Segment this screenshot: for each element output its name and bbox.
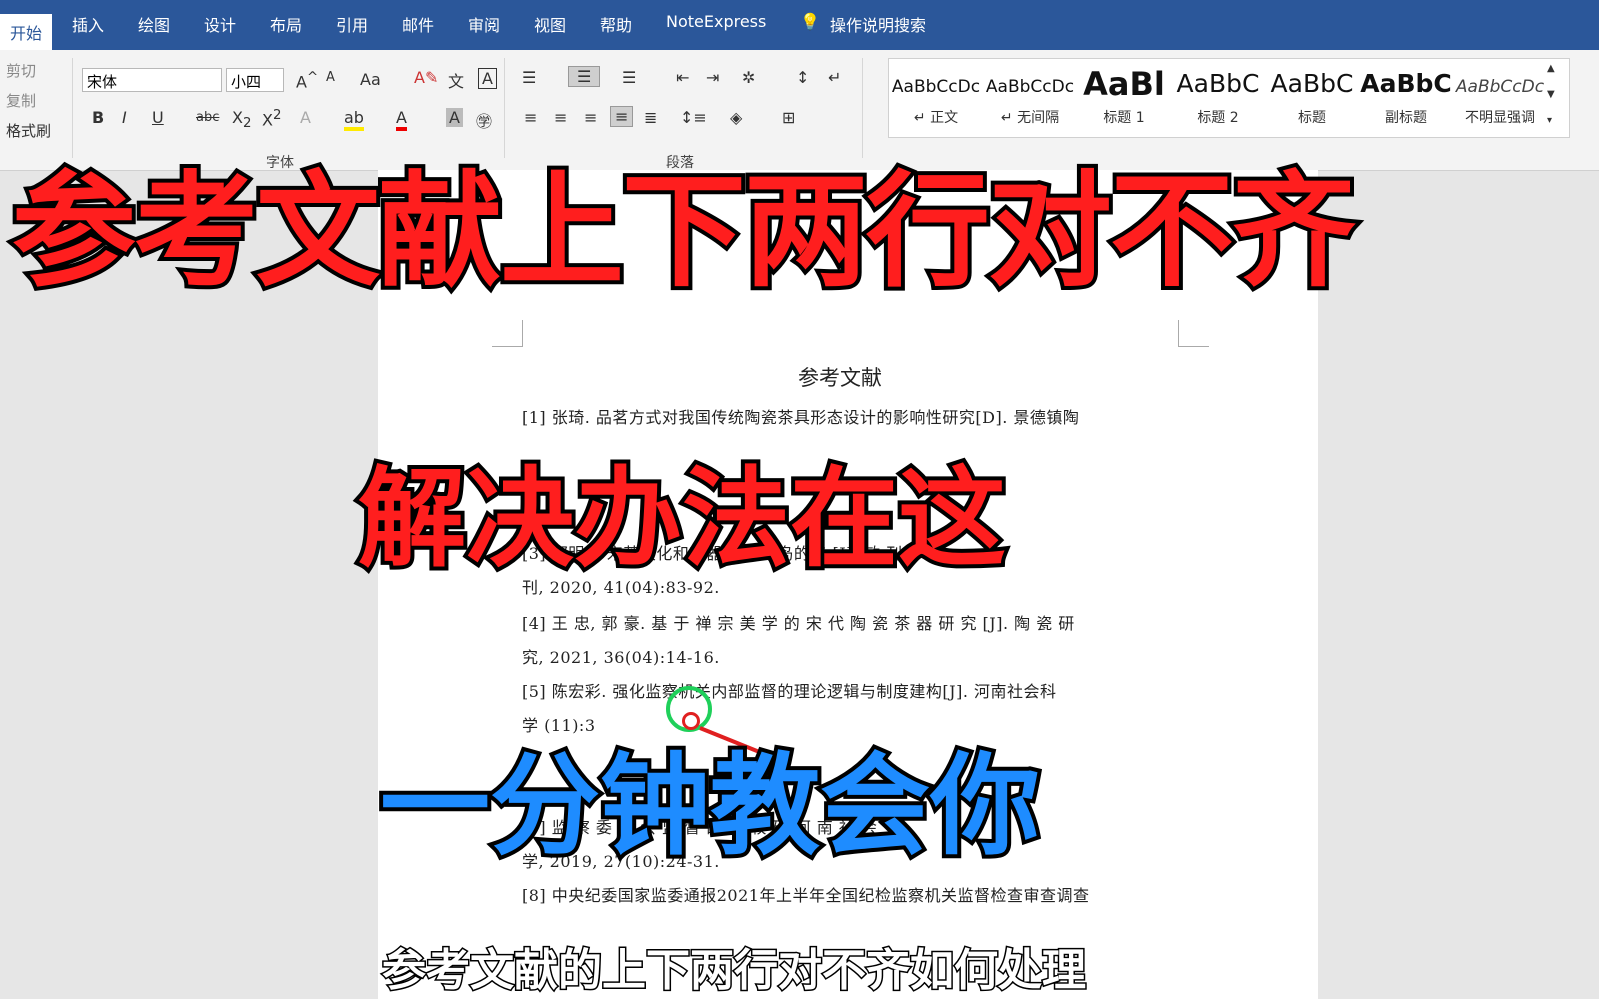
numbering-icon[interactable]: ☰	[568, 66, 601, 87]
style-normal[interactable]: AaBbCcDc ↵ 正文	[889, 59, 983, 137]
tab-noteexpress[interactable]: NoteExpress	[666, 12, 766, 31]
style-subtitle[interactable]: AaBbC 副标题	[1359, 59, 1453, 137]
tab-view[interactable]: 视图	[534, 12, 566, 36]
char-border-icon[interactable]: A	[478, 68, 497, 89]
style-heading-1[interactable]: AaBl 标题 1	[1077, 59, 1171, 137]
tab-review[interactable]: 审阅	[468, 12, 500, 36]
tab-insert[interactable]: 插入	[72, 12, 104, 36]
gallery-scroll-up-icon[interactable]: ▲	[1547, 63, 1555, 74]
increase-indent-icon[interactable]: ⇥	[706, 68, 719, 87]
style-name: 标题 1	[1103, 110, 1145, 126]
subscript-icon[interactable]: X2	[232, 108, 251, 131]
chinese-layout-icon[interactable]: ✲	[742, 68, 755, 87]
document-heading: 参考文献	[798, 366, 882, 390]
style-name: 副标题	[1385, 110, 1427, 126]
gallery-more-icon[interactable]: ▾	[1547, 115, 1552, 126]
margin-corner-mark	[1178, 320, 1209, 347]
style-name: 标题	[1298, 110, 1326, 126]
ribbon-tab-bar: 开始 插入 绘图 设计 布局 引用 邮件 审阅 视图 帮助 NoteExpres…	[0, 0, 1599, 50]
style-name: 不明显强调	[1465, 110, 1535, 126]
shading-icon[interactable]: ◈	[730, 108, 742, 127]
italic-icon[interactable]: I	[122, 108, 127, 127]
style-sample: AaBbC	[1176, 69, 1260, 98]
gallery-scroll-down-icon[interactable]: ▼	[1547, 89, 1555, 100]
tab-help[interactable]: 帮助	[600, 12, 632, 36]
line-spacing-icon[interactable]: ↕≡	[680, 108, 707, 127]
bullets-icon[interactable]: ☰	[522, 68, 536, 87]
cut-button[interactable]: 剪切	[6, 60, 36, 81]
tab-design[interactable]: 设计	[204, 12, 236, 36]
tab-mailings[interactable]: 邮件	[402, 12, 434, 36]
tab-layout[interactable]: 布局	[270, 12, 302, 36]
shrink-font-icon[interactable]: A	[326, 70, 335, 85]
phonetic-guide-icon[interactable]: 文	[448, 68, 464, 92]
style-sample: AaBl	[1083, 65, 1165, 103]
char-shading-icon[interactable]: A	[446, 108, 463, 127]
distributed-icon[interactable]: ≣	[644, 108, 657, 127]
tab-home[interactable]: 开始	[0, 14, 53, 50]
style-name: ↵ 正文	[913, 110, 959, 126]
highlight-icon[interactable]: ab	[344, 108, 364, 131]
style-sample: AaBbCcDc	[1455, 77, 1545, 97]
bold-icon[interactable]: B	[92, 108, 104, 127]
style-title[interactable]: AaBbC 标题	[1265, 59, 1359, 137]
superscript-icon[interactable]: X2	[262, 108, 281, 129]
style-sample: AaBbC	[1270, 69, 1354, 98]
reference-line: [5] 陈宏彩. 强化监察机关内部监督的理论逻辑与制度建构[J]. 河南社会科	[522, 682, 1057, 701]
overlay-bottom: 一分钟教会你	[376, 738, 1044, 874]
overlay-middle: 解决办法在这	[354, 453, 1010, 586]
justify-icon[interactable]: ≡	[610, 106, 634, 127]
style-name: ↵ 无间隔	[1000, 110, 1060, 126]
underline-icon[interactable]: U	[152, 108, 164, 127]
font-size-select[interactable]: 小四	[226, 68, 284, 92]
style-no-spacing[interactable]: AaBbCcDc ↵ 无间隔	[983, 59, 1077, 137]
clear-format-icon[interactable]: A✎	[414, 68, 438, 87]
change-case-button[interactable]: Aa	[360, 70, 381, 89]
font-color-icon[interactable]: A	[396, 108, 407, 131]
video-subtitle: 参考文献的上下两行对不齐如何处理	[381, 944, 1088, 998]
tab-draw[interactable]: 绘图	[138, 12, 170, 36]
sort-icon[interactable]: ↕	[796, 68, 809, 87]
borders-icon[interactable]: ⊞	[782, 108, 795, 127]
reference-line: [4] 王 忠, 郭 豪. 基 于 禅 宗 美 学 的 宋 代 陶 瓷 茶 器 …	[522, 614, 1075, 633]
text-effects-icon[interactable]: A	[300, 108, 311, 127]
tab-references[interactable]: 引用	[336, 12, 368, 36]
multilevel-list-icon[interactable]: ☰	[622, 68, 636, 87]
style-sample: AaBbC	[1360, 69, 1452, 98]
show-marks-icon[interactable]: ↵	[828, 68, 841, 87]
align-right-icon[interactable]: ≡	[584, 108, 597, 127]
style-sample: AaBbCcDc	[985, 77, 1075, 97]
overlay-title: 参考文献上下两行对不齐	[8, 156, 1360, 308]
font-name-select[interactable]: 宋体	[82, 68, 222, 92]
style-sample: AaBbCcDc	[891, 77, 981, 97]
style-subtle-emphasis[interactable]: AaBbCcDc 不明显强调	[1453, 59, 1547, 137]
reference-line: [1] 张琦. 品茗方式对我国传统陶瓷茶具形态设计的影响性研究[D]. 景德镇陶	[522, 408, 1080, 427]
style-heading-2[interactable]: AaBbC 标题 2	[1171, 59, 1265, 137]
align-center-icon[interactable]: ≡	[554, 108, 567, 127]
decrease-indent-icon[interactable]: ⇤	[676, 68, 689, 87]
reference-line: 究, 2021, 36(04):14-16.	[522, 648, 720, 667]
grow-font-icon[interactable]: A^	[296, 70, 318, 91]
tell-me-search[interactable]: 操作说明搜索	[830, 12, 926, 36]
margin-corner-mark	[492, 320, 523, 347]
style-name: 标题 2	[1197, 110, 1239, 126]
styles-gallery: AaBbCcDc ↵ 正文 AaBbCcDc ↵ 无间隔 AaBl 标题 1 A…	[888, 58, 1570, 138]
reference-line: [8] 中央纪委国家监委通报2021年上半年全国纪检监察机关监督检查审查调查	[522, 886, 1090, 905]
lightbulb-icon: 💡	[800, 12, 820, 31]
strikethrough-icon[interactable]: abc	[196, 110, 219, 125]
align-left-icon[interactable]: ≡	[524, 108, 537, 127]
enclose-char-icon[interactable]: ㊫	[476, 108, 492, 132]
copy-button[interactable]: 复制	[6, 90, 36, 111]
